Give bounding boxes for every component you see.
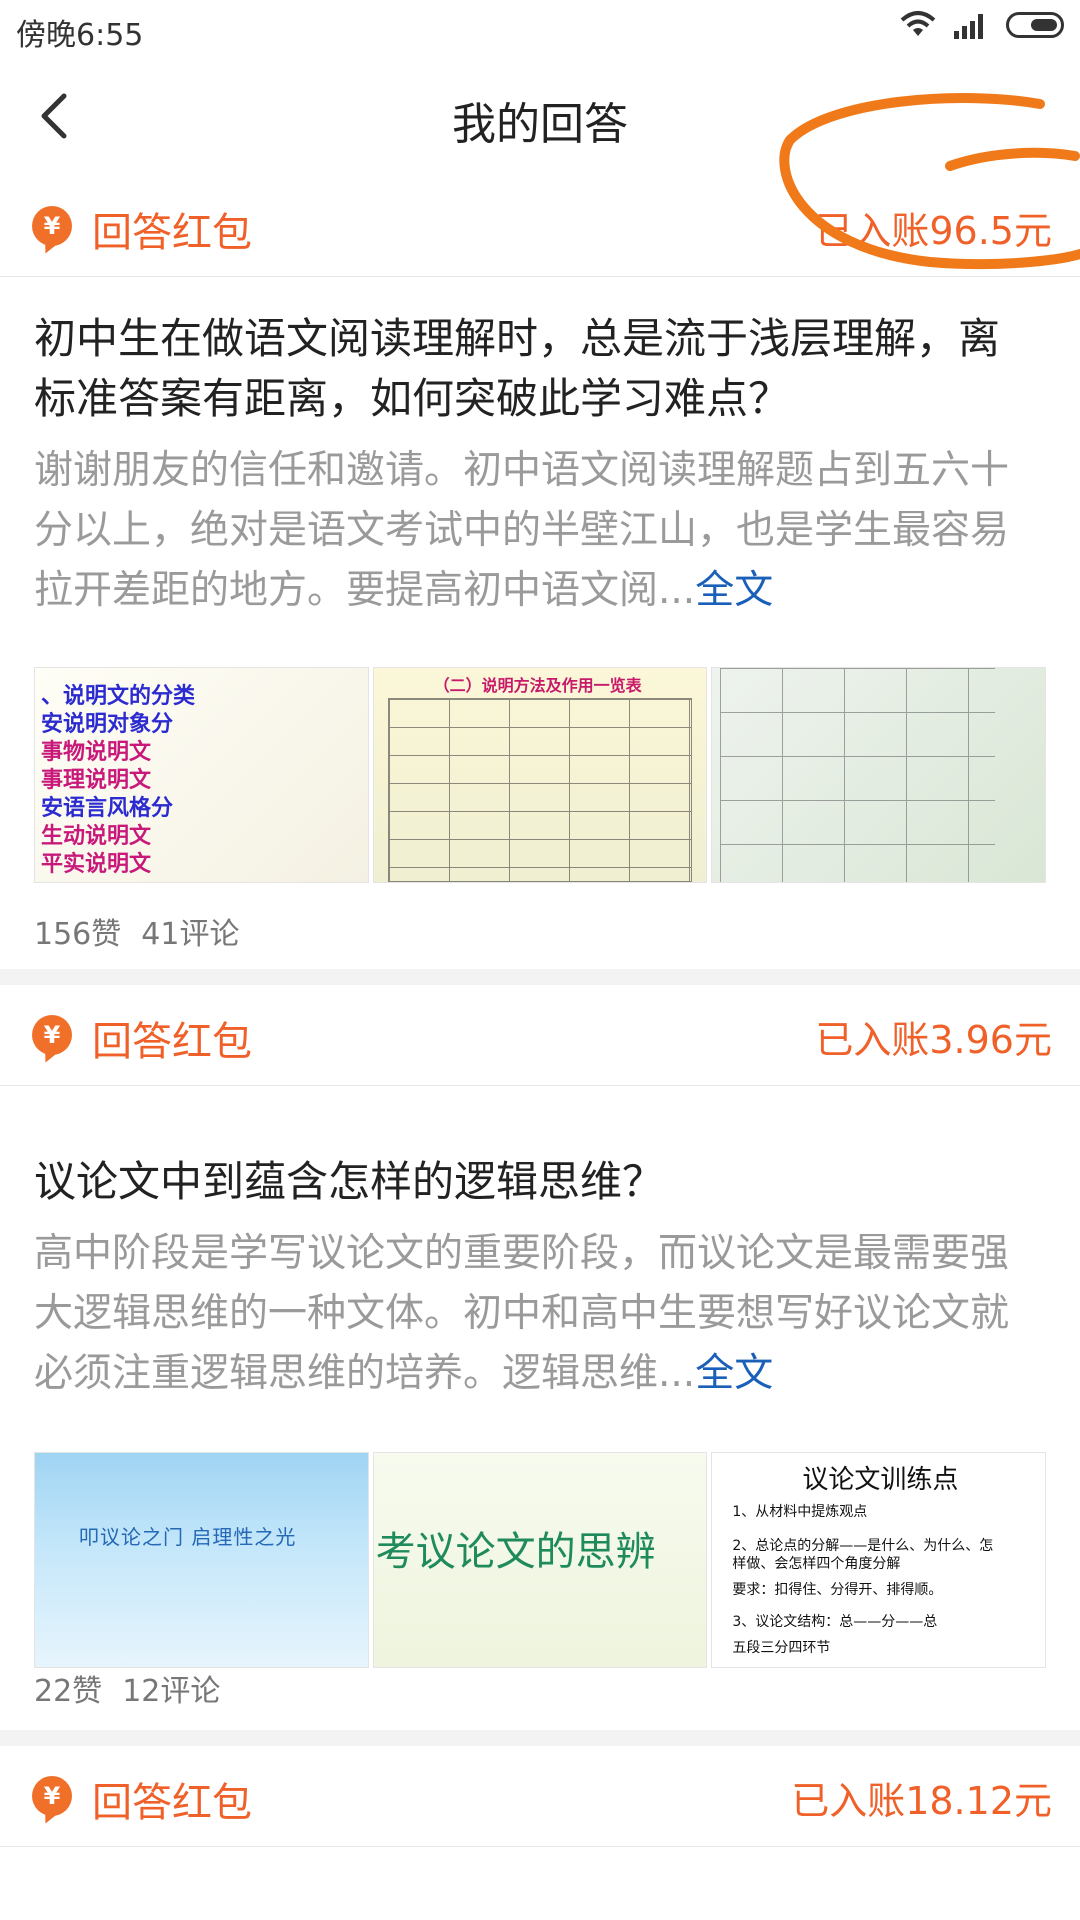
thumb-table [720, 668, 996, 882]
thumb-text: 样做、会怎样四个角度分解 [732, 1556, 901, 1572]
thumbnail-image[interactable]: （二）说明方法及作用一览表 [372, 667, 708, 883]
answer-excerpt: 谢谢朋友的信任和邀请。初中语文阅读理解题占到五六十分以上，绝对是语文考试中的半壁… [34, 441, 1040, 621]
answer-card[interactable]: 初中生在做语文阅读理解时，总是流于浅层理解，离标准答案有距离，如何突破此学习难点… [0, 277, 1080, 969]
answer-card[interactable]: 议论文中到蕴含怎样的逻辑思维？ 高中阶段是学写议论文的重要阶段，而议论文是最需要… [0, 1086, 1080, 1730]
red-packet-row[interactable]: ¥ 回答红包 已入账3.96元 [0, 985, 1080, 1086]
thumb-table [387, 698, 693, 882]
thumb-caption: （二）说明方法及作用一览表 [433, 676, 642, 695]
question-title[interactable]: 议论文中到蕴含怎样的逻辑思维？ [34, 1152, 1040, 1212]
full-text-link[interactable]: 全文 [695, 1351, 773, 1396]
full-text-link[interactable]: 全文 [695, 568, 773, 613]
packet-amount: 已入账18.12元 [791, 1779, 1052, 1823]
yuan-coin-icon: ¥ [32, 1776, 72, 1816]
like-count: 156赞 [34, 917, 122, 952]
thumb-text: 1、从材料中提炼观点 [732, 1504, 868, 1520]
excerpt-text: 高中阶段是学写议论文的重要阶段，而议论文是最需要强大逻辑思维的一种文体。初中和高… [34, 1231, 1010, 1396]
thumb-text: 3、议论文结构：总——分——总 [732, 1614, 938, 1630]
answer-excerpt: 高中阶段是学写议论文的重要阶段，而议论文是最需要强大逻辑思维的一种文体。初中和高… [34, 1224, 1040, 1404]
annotation-scribble [779, 93, 1080, 270]
thumbnail-image[interactable]: 考议论文的思辨 [372, 1452, 708, 1668]
comment-count: 41评论 [141, 917, 240, 952]
thumb-text: 平实说明文 [41, 852, 152, 877]
like-count: 22赞 [34, 1674, 103, 1709]
thumb-text: 要求：扣得住、分得开、排得顺。 [732, 1582, 943, 1598]
thumb-text: 考议论文的思辨 [375, 1529, 656, 1575]
thumbnail-image[interactable]: 叩议论之门 启理性之光 [34, 1452, 369, 1668]
image-strip: 、说明文的分类 安说明对象分 事物说明文 事理说明文 安语言风格分 生动说明文 … [34, 667, 1047, 883]
thumb-text: 五段三分四环节 [732, 1640, 831, 1656]
thumbnail-image[interactable]: 、说明文的分类 安说明对象分 事物说明文 事理说明文 安语言风格分 生动说明文 … [34, 667, 369, 883]
yuan-coin-icon: ¥ [32, 1015, 72, 1055]
thumb-text: 2、总论点的分解——是什么、为什么、怎 [732, 1538, 994, 1554]
packet-label: 回答红包 [92, 1019, 252, 1065]
excerpt-text: 谢谢朋友的信任和邀请。初中语文阅读理解题占到五六十分以上，绝对是语文考试中的半壁… [34, 448, 1010, 613]
thumb-title: 议论文训练点 [802, 1465, 959, 1495]
packet-amount: 已入账3.96元 [815, 1018, 1052, 1062]
section-divider [0, 1730, 1080, 1746]
comment-count: 12评论 [122, 1674, 221, 1709]
thumbnail-image[interactable]: 议论文训练点 1、从材料中提炼观点 2、总论点的分解——是什么、为什么、怎 样做… [711, 1452, 1047, 1668]
question-title[interactable]: 初中生在做语文阅读理解时，总是流于浅层理解，离标准答案有距离，如何突破此学习难点… [34, 309, 1040, 429]
thumbnail-image[interactable] [711, 667, 1047, 883]
answer-stats: 22赞 12评论 [34, 1666, 240, 1710]
image-strip: 叩议论之门 启理性之光 考议论文的思辨 议论文训练点 1、从材料中提炼观点 2、… [34, 1452, 1047, 1668]
thumb-text: 叩议论之门 启理性之光 [79, 1525, 297, 1549]
section-divider [0, 969, 1080, 985]
packet-label: 回答红包 [92, 1780, 252, 1826]
answer-stats: 156赞 41评论 [34, 909, 259, 953]
red-packet-row[interactable]: ¥ 回答红包 已入账18.12元 [0, 1746, 1080, 1847]
